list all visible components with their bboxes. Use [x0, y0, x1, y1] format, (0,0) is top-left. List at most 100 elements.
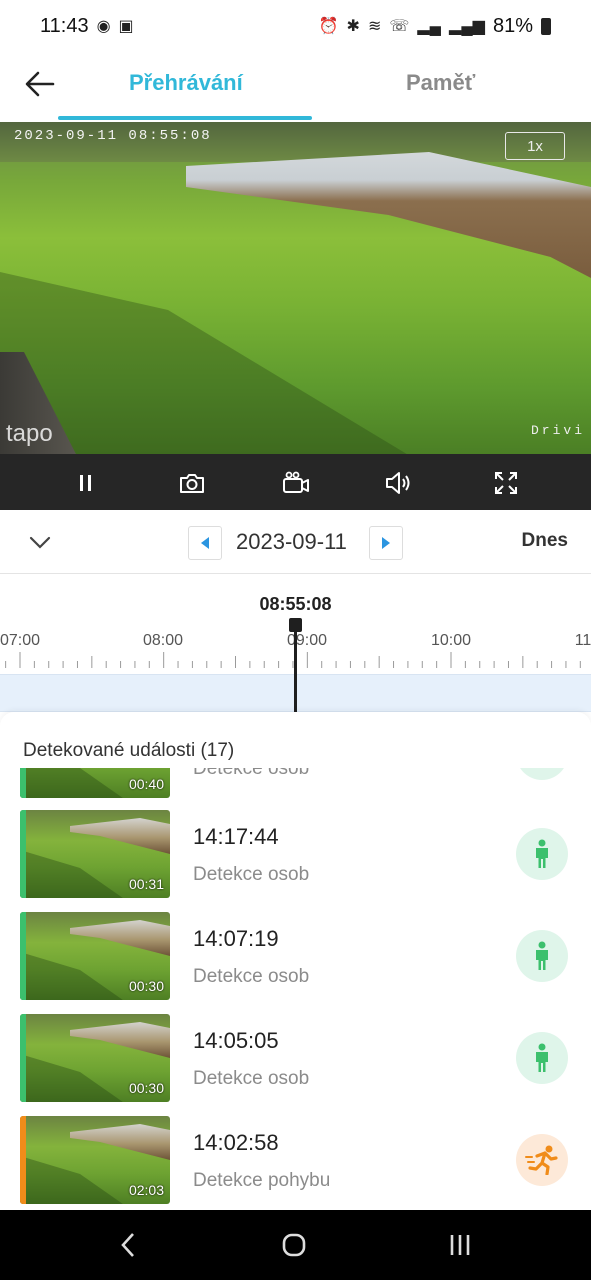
event-duration: 00:30 [128, 1080, 164, 1096]
event-item[interactable]: 02:03 14:02:58 Detekce pohybu [20, 1116, 571, 1204]
zoom-badge[interactable]: 1x [505, 132, 565, 160]
event-type: Detekce osob [193, 864, 310, 885]
camera-icon [180, 474, 204, 493]
thumb-woodpile [70, 818, 170, 854]
brand-watermark: tapo [6, 420, 53, 447]
nav-recents-button[interactable] [440, 1230, 480, 1260]
battery-icon [541, 17, 551, 35]
speaker-icon [386, 472, 410, 494]
pause-icon [80, 475, 91, 491]
status-right: ⏰ ✱ ≋ ☏ ▂▄ ▂▄▆ 81% [319, 15, 551, 38]
status-left: 11:43 ◉ ▣ [40, 15, 134, 38]
event-color-strip [20, 810, 26, 898]
event-item[interactable]: 00:30 14:05:05 Detekce osob [20, 1014, 571, 1102]
timeline-hour-label: 10:00 [430, 632, 472, 649]
fullscreen-button[interactable] [491, 468, 521, 498]
event-duration: 00:31 [128, 876, 164, 892]
event-item[interactable]: 00:40 Detekce osob [20, 768, 571, 798]
person-detection-icon [516, 768, 568, 780]
record-button[interactable] [281, 468, 311, 498]
event-type: Detekce osob [193, 966, 310, 987]
thumb-woodpile [70, 920, 170, 956]
event-type: Detekce osob [193, 1068, 310, 1089]
video-record-icon [283, 471, 309, 493]
wifi-icon: ≋ [367, 18, 382, 35]
next-day-button[interactable] [369, 526, 403, 560]
person-detection-icon [516, 828, 568, 880]
video-player[interactable]: 2023-09-11 08:55:08 1x tapo Drivi [0, 122, 591, 454]
timeline-cursor[interactable] [294, 624, 297, 720]
previous-day-button[interactable] [188, 526, 222, 560]
video-shadow [0, 272, 420, 454]
alarm-icon: ⏰ [318, 18, 339, 35]
chevron-down-icon [29, 536, 51, 549]
event-color-strip [20, 1014, 26, 1102]
thumb-shade [20, 850, 140, 898]
wifi-call-icon: ☏ [389, 18, 410, 35]
event-item[interactable]: 00:31 14:17:44 Detekce osob [20, 810, 571, 898]
nav-back-button[interactable] [108, 1230, 148, 1260]
sound-button[interactable] [384, 468, 414, 498]
thumb-shade [20, 1054, 140, 1102]
arrow-left-icon [25, 71, 55, 97]
pause-button[interactable] [71, 468, 101, 498]
thumb-shade [20, 768, 140, 798]
timeline-hour-label: 08:00 [142, 632, 184, 649]
triangle-right-icon [382, 537, 390, 549]
triangle-left-icon [201, 537, 209, 549]
event-duration: 00:40 [128, 776, 164, 792]
snapshot-button[interactable] [177, 468, 207, 498]
signal-icon: ▂▄ [417, 18, 442, 35]
home-icon [282, 1233, 306, 1257]
thumb-woodpile [70, 1124, 170, 1160]
date-selector: 2023-09-11 Dnes [0, 510, 591, 574]
event-duration: 00:30 [128, 978, 164, 994]
timeline-hour-label: 07:00 [0, 632, 41, 649]
event-time: 14:17:44 [193, 824, 279, 849]
status-bar: 11:43 ◉ ▣ ⏰ ✱ ≋ ☏ ▂▄ ▂▄▆ 81% [0, 0, 591, 52]
video-osd-right: Drivi [530, 423, 585, 438]
event-thumbnail: 00:40 [20, 768, 170, 798]
thumb-shade [20, 1156, 140, 1204]
events-panel: Detekované události (17) 00:40 Detekce o… [0, 712, 591, 1210]
selected-date[interactable]: 2023-09-11 [236, 529, 347, 555]
chevron-left-icon [121, 1233, 134, 1257]
event-duration: 02:03 [128, 1182, 164, 1198]
events-header: Detekované události (17) [23, 740, 235, 761]
tab-active-indicator [58, 116, 312, 120]
event-type: Detekce osob [193, 768, 310, 779]
collapse-button[interactable] [26, 530, 54, 554]
timeline[interactable]: 08:55:08 07:00 08:00 09:00 10:00 11 [0, 574, 591, 724]
thumb-woodpile [70, 1022, 170, 1058]
event-time: 14:07:19 [193, 926, 279, 951]
nav-home-button[interactable] [274, 1230, 314, 1260]
event-time: 14:02:58 [193, 1130, 279, 1155]
event-color-strip [20, 912, 26, 1000]
event-thumbnail: 00:31 [20, 810, 170, 898]
event-thumbnail: 00:30 [20, 1014, 170, 1102]
person-detection-icon [516, 930, 568, 982]
event-color-strip [20, 1116, 26, 1204]
system-nav-bar [0, 1210, 591, 1280]
event-type: Detekce pohybu [193, 1170, 331, 1191]
vpn-icon: ◉ [96, 18, 111, 35]
back-button[interactable] [22, 66, 58, 102]
timeline-hour-label: 11 [574, 632, 591, 649]
thumb-shade [20, 952, 140, 1000]
timeline-hour-label: 09:00 [286, 632, 328, 649]
header: Přehrávání Paměť [0, 52, 591, 122]
fullscreen-icon [495, 472, 517, 494]
today-button[interactable]: Dnes [522, 530, 568, 552]
tab-playback[interactable]: Přehrávání [129, 70, 243, 96]
motion-detection-icon [516, 1134, 568, 1186]
tab-memory[interactable]: Paměť [406, 70, 475, 96]
event-thumbnail: 00:30 [20, 912, 170, 1000]
timeline-current-time: 08:55:08 [259, 594, 332, 614]
event-time: 14:05:05 [193, 1028, 279, 1053]
person-detection-icon [516, 1032, 568, 1084]
bluetooth-icon: ✱ [346, 18, 360, 35]
event-color-strip [20, 768, 26, 798]
event-item[interactable]: 00:30 14:07:19 Detekce osob [20, 912, 571, 1000]
battery-percent: 81% [492, 14, 533, 37]
video-osd-timestamp: 2023-09-11 08:55:08 [14, 128, 212, 144]
